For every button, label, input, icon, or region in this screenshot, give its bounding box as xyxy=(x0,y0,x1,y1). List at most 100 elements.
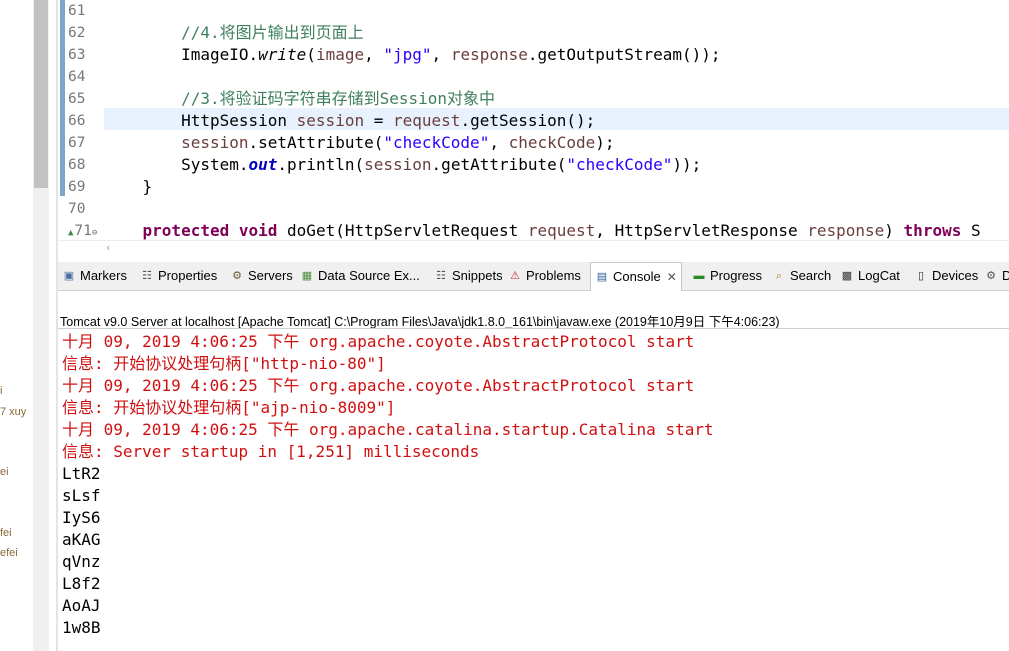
tab-console[interactable]: ▤ Console ✕ xyxy=(590,262,682,291)
tab-snippets[interactable]: ☷ Snippets xyxy=(434,262,503,290)
view-tab-bar: ▣ Markers ☷ Properties ⚙ Servers ▦ Data Source … xyxy=(58,262,1009,291)
code-token: response xyxy=(807,221,885,240)
code-line[interactable]: //4.将图片输出到页面上 xyxy=(104,22,364,44)
line-number-text: 61 xyxy=(68,3,86,19)
change-marker xyxy=(60,0,65,196)
line-number: ▲71⊖ xyxy=(68,220,102,240)
code-token: } xyxy=(104,177,153,196)
close-icon[interactable]: ✕ xyxy=(667,263,677,291)
line-number: 65 xyxy=(68,88,102,110)
code-token: //3.将验证码字符串存储到Session对象中 xyxy=(181,89,496,108)
console-line: 1w8B xyxy=(62,618,101,637)
code-token: ImageIO. xyxy=(104,45,259,64)
code-token: write xyxy=(258,45,307,64)
override-marker-icon: ▲ xyxy=(68,228,74,238)
code-line[interactable]: HttpSession session = request.getSession… xyxy=(104,110,595,132)
code-token: HttpSession xyxy=(104,111,297,130)
console-line: 信息: Server startup in [1,251] millisecon… xyxy=(62,442,480,461)
code-token: .getOutputStream()); xyxy=(527,45,721,64)
sidebar-fragment: efei xyxy=(0,547,18,559)
tab-problems[interactable]: ⚠ Problems xyxy=(508,262,581,290)
code-line[interactable]: ImageIO.write(image, "jpg", response.get… xyxy=(104,44,721,66)
scroll-left-arrow-icon[interactable]: ‹ xyxy=(106,241,110,255)
tab-label: Devices xyxy=(932,268,979,283)
line-number: 64 xyxy=(68,66,102,88)
code-line[interactable]: protected void doGet(HttpServletRequest … xyxy=(104,220,981,240)
markers-icon: ▣ xyxy=(63,270,75,282)
tab-servers[interactable]: ⚙ Servers xyxy=(230,262,293,290)
sidebar-fragment: i xyxy=(0,385,3,397)
line-number: 66 xyxy=(68,110,102,132)
properties-icon: ☷ xyxy=(142,270,152,282)
console-line: 十月 09, 2019 4:06:25 下午 org.apache.coyote… xyxy=(62,376,695,395)
left-scrollbar-thumb[interactable] xyxy=(34,0,48,188)
code-token: , xyxy=(431,45,451,64)
console-view[interactable]: Tomcat v9.0 Server at localhost [Apache … xyxy=(58,291,1009,651)
tab-properties[interactable]: ☷ Properties xyxy=(140,262,217,290)
tab-devices[interactable]: ▯ Devices xyxy=(914,262,978,290)
console-line: LtR2 xyxy=(62,464,101,483)
code-editor[interactable]: 61 62 63 64 65 66 67 68 69 70 ▲71⊖ //4.将图片输出到页面上 I… xyxy=(58,0,1009,240)
code-token: "checkCode" xyxy=(383,133,490,152)
code-token: "jpg" xyxy=(383,45,432,64)
code-token: "checkCode" xyxy=(566,155,673,174)
code-token: .getAttribute( xyxy=(431,155,567,174)
line-number: 63 xyxy=(68,44,102,66)
line-number-text: 65 xyxy=(68,91,86,107)
code-token: image xyxy=(315,45,365,64)
console-line: L8f2 xyxy=(62,574,101,593)
console-separator xyxy=(58,328,1009,329)
tab-label: Search xyxy=(790,268,832,283)
code-token: .getSession(); xyxy=(460,111,596,130)
tab-label: Data Source Ex... xyxy=(318,268,420,283)
code-token: //4.将图片输出到页面上 xyxy=(181,23,364,42)
code-line[interactable]: //3.将验证码字符串存储到Session对象中 xyxy=(104,88,495,110)
line-number: 61 xyxy=(68,0,102,22)
code-token: ); xyxy=(595,133,615,152)
tab-search[interactable]: ⌕ Search xyxy=(772,262,831,290)
tab-label: Progress xyxy=(710,268,763,283)
code-token: throws xyxy=(903,221,962,240)
editor-horizontal-scrollbar[interactable]: ‹ xyxy=(58,240,1009,257)
console-line: 十月 09, 2019 4:06:25 下午 org.apache.coyote… xyxy=(62,332,695,351)
fold-toggle-icon[interactable]: ⊖ xyxy=(92,228,97,238)
code-token: )); xyxy=(672,155,702,174)
code-token: = xyxy=(364,111,393,130)
line-number: 68 xyxy=(68,154,102,176)
console-line: 十月 09, 2019 4:06:25 下午 org.apache.catali… xyxy=(62,420,714,439)
console-line: 信息: 开始协议处理句柄["ajp-nio-8009"] xyxy=(62,398,396,417)
console-line: qVnz xyxy=(62,552,101,571)
line-number-text: 64 xyxy=(68,69,86,85)
code-line[interactable]: } xyxy=(104,176,153,198)
code-token: ( xyxy=(306,45,316,64)
tab-data-source-ex[interactable]: ▦ Data Source Ex... xyxy=(300,262,420,290)
sidebar-fragment: 7 xuy xyxy=(0,406,27,418)
code-token: out xyxy=(248,155,278,174)
tab-label: D xyxy=(1002,268,1009,283)
sidebar-fragment: ei xyxy=(0,466,9,478)
line-number: 62 xyxy=(68,22,102,44)
code-line[interactable]: System.out.println(session.getAttribute(… xyxy=(104,154,701,176)
console-line: IyS6 xyxy=(62,508,101,527)
code-token: , HttpServletResponse xyxy=(595,221,808,240)
code-token: , xyxy=(489,133,509,152)
gear-icon: ⚙ xyxy=(986,270,996,282)
line-number-text: 71 xyxy=(74,223,92,239)
tab-label: Markers xyxy=(80,268,127,283)
tab-label: Snippets xyxy=(452,268,503,283)
tab-progress[interactable]: ▬ Progress xyxy=(692,262,763,290)
code-token: session xyxy=(181,133,249,152)
tab-logcat[interactable]: ▩ LogCat xyxy=(840,262,900,290)
code-line[interactable]: session.setAttribute("checkCode", checkC… xyxy=(104,132,615,154)
problems-icon: ⚠ xyxy=(510,270,520,282)
tab-label: Console xyxy=(613,269,661,284)
data-source-icon: ▦ xyxy=(301,270,313,282)
quick-diff-ruler xyxy=(58,0,66,196)
tab-d[interactable]: ⚙ D xyxy=(984,262,1009,290)
servers-icon: ⚙ xyxy=(232,270,242,282)
tab-label: Properties xyxy=(158,268,218,283)
tab-markers[interactable]: ▣ Markers xyxy=(62,262,127,290)
devices-icon: ▯ xyxy=(917,270,925,282)
